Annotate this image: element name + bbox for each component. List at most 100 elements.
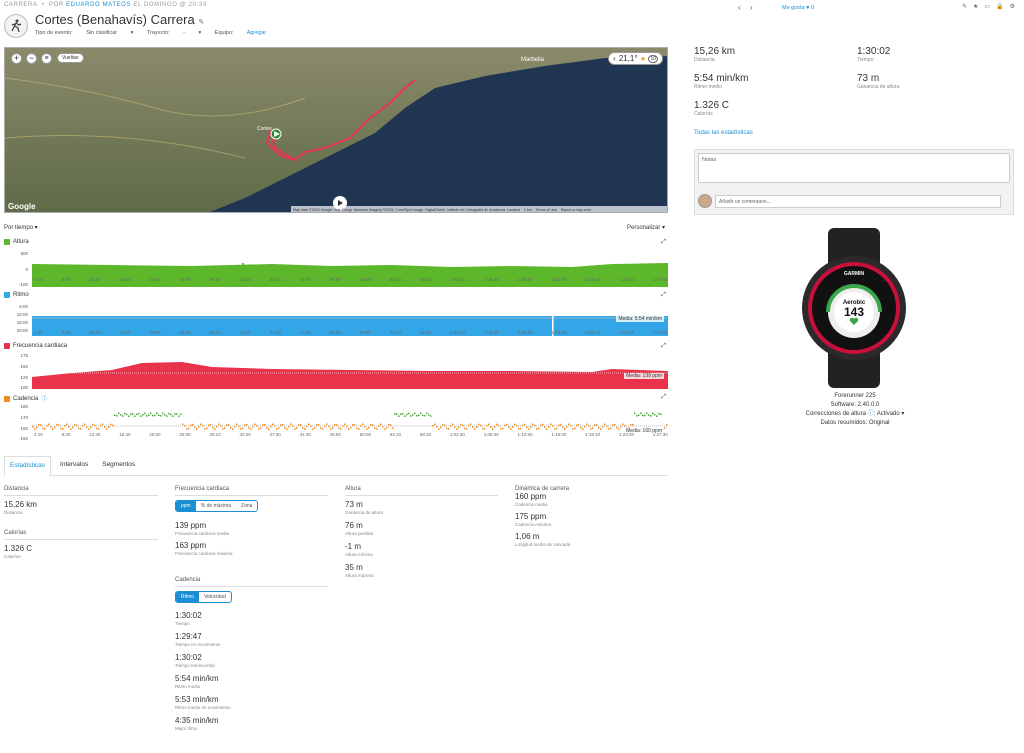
cadence-point [664, 427, 666, 429]
edit-title-icon[interactable]: ✎ [198, 19, 204, 26]
seg-pace[interactable]: Ritmo [176, 592, 200, 602]
cadence-point [96, 427, 98, 430]
route-select[interactable]: - [183, 30, 185, 36]
stat-label: Tiempo en movimiento [175, 642, 221, 647]
x-tick: 16:40 [119, 277, 131, 282]
tab-statistics[interactable]: Estadísticas [4, 456, 52, 477]
summary-label: Tiempo [857, 57, 874, 63]
cadence-point [60, 427, 62, 430]
cadence-point [492, 428, 494, 430]
author-link[interactable]: EDUARDO MATEOS [66, 2, 131, 8]
cadence-point [118, 412, 120, 415]
team-add-link[interactable]: Agregar [247, 30, 267, 36]
cadence-point [430, 415, 432, 417]
cadence-color-swatch [4, 395, 10, 402]
tab-segments[interactable]: Segmentos [97, 456, 140, 475]
comment-input[interactable]: Añadir un comentario... [715, 195, 1001, 208]
terms-link[interactable]: Terms of Use [536, 208, 557, 212]
cadence-point [638, 414, 640, 416]
weather-widget[interactable]: ‹ 21,1° ● 10 [608, 52, 663, 65]
tab-intervals[interactable]: Intervalos [55, 456, 93, 475]
x-tick: 4:10 [34, 277, 43, 282]
cadence-point [448, 428, 450, 430]
edit-icon[interactable]: ✎ [962, 3, 967, 10]
cadence-point [64, 425, 66, 427]
cadence-point [646, 412, 648, 415]
cadence-point [292, 425, 294, 427]
x-tick: 1:19:10 [585, 330, 601, 335]
gear-icon[interactable]: ⚙ [1010, 3, 1015, 10]
report-link[interactable]: Report a map error [561, 208, 591, 212]
map-city-label: Marbella [521, 57, 545, 63]
seg-percent-max[interactable]: % de máxima [196, 501, 236, 511]
customize-select[interactable]: Personalizar ▾ [627, 224, 665, 231]
cadence-point [312, 428, 314, 430]
cadence-point [202, 425, 204, 427]
layers-icon[interactable]: ≡ [41, 53, 52, 64]
share-icon[interactable]: ▭ [984, 3, 990, 10]
like-label: Me gusta [782, 5, 805, 11]
cadence-point [618, 428, 620, 430]
star-icon[interactable]: ★ [973, 3, 978, 10]
event-type-select[interactable]: Sin clasificar [86, 30, 117, 36]
zoom-in-button[interactable]: + [11, 53, 22, 64]
prev-activity-button[interactable]: ‹ [738, 3, 741, 12]
cadence-point [408, 412, 410, 415]
cadence-point [230, 426, 232, 429]
zoom-out-button[interactable]: − [26, 53, 37, 64]
laps-label: Vueltas [62, 55, 79, 61]
cadence-point [148, 414, 150, 416]
cadence-point [442, 423, 444, 426]
laps-toggle[interactable]: Vueltas [57, 53, 84, 63]
x-tick: 41:40 [299, 330, 311, 335]
expand-icon[interactable]: ⤢ [661, 394, 666, 401]
cadence-point [526, 426, 528, 429]
expand-icon[interactable]: ⤢ [661, 239, 666, 246]
summary-label: Calorías [694, 111, 713, 117]
cadence-point [308, 423, 310, 426]
summary-value: 5:54 min/km [694, 73, 749, 84]
expand-icon[interactable]: ⤢ [661, 343, 666, 350]
cadence-point [596, 423, 598, 426]
x-tick: 54:10 [389, 330, 402, 335]
like-button[interactable]: Me gusta ♥ 0 [782, 5, 814, 11]
cadence-point [250, 428, 252, 430]
seg-speed[interactable]: Velocidad [199, 592, 231, 602]
y-tick: 180 [20, 404, 28, 409]
cadence-point [412, 414, 414, 416]
seg-zone[interactable]: Zona [236, 501, 257, 511]
cadence-point [500, 427, 502, 430]
cadence-point [534, 424, 536, 427]
all-stats-link[interactable]: Todas las estadísticas [694, 130, 753, 136]
cadence-point [370, 423, 372, 426]
next-activity-button[interactable]: › [750, 3, 753, 12]
y-tick: 500 [20, 251, 28, 256]
cadence-point [542, 423, 544, 426]
cadence-point [140, 415, 142, 417]
cadence-point [322, 428, 324, 430]
cadence-point [166, 415, 168, 417]
cadence-point [530, 426, 532, 428]
lock-icon[interactable]: 🔒 [996, 3, 1003, 10]
by-time-select[interactable]: Por tiempo ▾ [4, 224, 38, 231]
expand-icon[interactable]: ⤢ [661, 292, 666, 299]
seg-ppm[interactable]: ppm [176, 501, 196, 511]
cadence-point [336, 424, 338, 426]
cadence-point [268, 428, 270, 430]
route-map[interactable]: + − ≡ Vueltas ‹ 21,1° ● 10 Marbella Cort… [4, 47, 668, 213]
notes-textarea[interactable]: Notas [698, 153, 1010, 183]
cadence-point [224, 427, 226, 430]
section-heading: Distancia [4, 486, 158, 496]
cadence-point [438, 428, 440, 430]
cadence-point [216, 426, 218, 428]
cadence-point [540, 424, 542, 427]
altitude-corr-value[interactable]: Activado [877, 411, 900, 417]
cadence-point [404, 415, 406, 417]
info-icon[interactable]: ⓘ [41, 394, 47, 403]
watch-hr-text: 143 [844, 305, 864, 319]
x-tick: 12:30 [89, 330, 101, 335]
cadence-point [38, 423, 40, 426]
running-icon [4, 14, 28, 38]
x-tick: 1:27:30 [652, 432, 668, 437]
category-label: CARRERA [4, 2, 38, 8]
